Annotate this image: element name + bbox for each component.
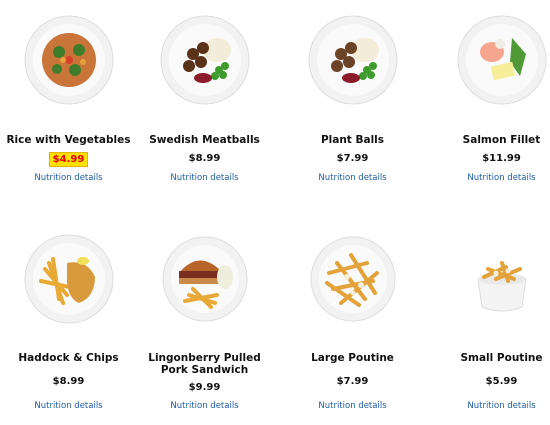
item-name: Lingonberry Pulled Pork Sandwich — [148, 352, 261, 376]
item-name: Large Poutine — [311, 352, 394, 364]
large-poutine-plate-icon[interactable] — [307, 233, 399, 325]
menu-item-plant-balls: Plant Balls $7.99 Nutrition details — [284, 0, 421, 205]
item-price: $9.99 — [136, 381, 273, 394]
salmon-plate-icon[interactable] — [456, 14, 548, 106]
menu-item-salmon-fillet: Salmon Fillet $11.99 Nutrition details — [433, 0, 550, 205]
item-name: Haddock & Chips — [18, 352, 119, 364]
price-highlight-badge: $4.99 — [48, 152, 89, 167]
sandwich-plate-icon[interactable] — [159, 233, 251, 325]
menu-item-lingonberry-pulled-pork-sandwich: Lingonberry Pulled Pork Sandwich $9.99 N… — [136, 215, 273, 425]
price-text: $11.99 — [482, 153, 521, 164]
price-text: $7.99 — [336, 376, 369, 387]
small-poutine-bowl-icon[interactable] — [456, 233, 548, 325]
menu-item-large-poutine: Large Poutine $7.99 Nutrition details — [284, 215, 421, 425]
nutrition-details-link[interactable]: Nutrition details — [136, 401, 273, 411]
menu-item-swedish-meatballs: Swedish Meatballs $8.99 Nutrition detail… — [136, 0, 273, 205]
price-text: $8.99 — [52, 376, 85, 387]
item-price: $5.99 — [433, 375, 550, 388]
item-price: $11.99 — [433, 152, 550, 165]
plant-balls-plate-icon[interactable] — [307, 14, 399, 106]
item-price: $4.99 — [0, 152, 137, 167]
price-text: $7.99 — [336, 153, 369, 164]
price-text: $9.99 — [188, 382, 221, 393]
nutrition-details-link[interactable]: Nutrition details — [433, 401, 550, 411]
rice-vegetables-plate-icon[interactable] — [23, 14, 115, 106]
meatballs-plate-icon[interactable] — [159, 14, 251, 106]
item-name: Salmon Fillet — [462, 134, 541, 146]
menu-item-small-poutine: Small Poutine $5.99 Nutrition details — [433, 215, 550, 425]
nutrition-details-link[interactable]: Nutrition details — [284, 401, 421, 411]
price-text: $8.99 — [188, 153, 221, 164]
price-text: $5.99 — [485, 376, 518, 387]
menu-item-rice-with-vegetables: Rice with Vegetables $4.99 Nutrition det… — [0, 0, 137, 205]
menu-item-haddock-chips: Haddock & Chips $8.99 Nutrition details — [0, 215, 137, 425]
nutrition-details-link[interactable]: Nutrition details — [0, 173, 137, 183]
item-name: Swedish Meatballs — [149, 134, 260, 146]
item-price: $8.99 — [0, 375, 137, 388]
item-price: $8.99 — [136, 152, 273, 165]
item-price: $7.99 — [284, 375, 421, 388]
nutrition-details-link[interactable]: Nutrition details — [136, 173, 273, 183]
item-name: Rice with Vegetables — [6, 134, 131, 146]
nutrition-details-link[interactable]: Nutrition details — [0, 401, 137, 411]
item-price: $7.99 — [284, 152, 421, 165]
nutrition-details-link[interactable]: Nutrition details — [284, 173, 421, 183]
fish-chips-plate-icon[interactable] — [23, 233, 115, 325]
item-name: Plant Balls — [320, 134, 385, 146]
nutrition-details-link[interactable]: Nutrition details — [433, 173, 550, 183]
item-name: Small Poutine — [460, 352, 543, 364]
